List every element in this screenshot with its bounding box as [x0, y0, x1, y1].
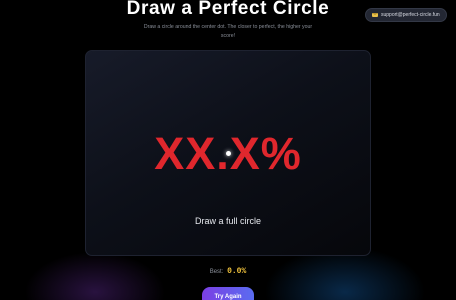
mail-icon	[372, 13, 378, 17]
drawing-canvas[interactable]: XX.X% Draw a full circle	[85, 50, 371, 256]
center-dot	[226, 151, 231, 156]
try-again-button[interactable]: Try Again	[202, 287, 254, 300]
support-email-text: support@perfect-circle.fun	[381, 12, 440, 18]
support-email-pill[interactable]: support@perfect-circle.fun	[365, 8, 447, 22]
best-score-value: 0.0%	[227, 267, 247, 276]
best-score-row: Best: 0.0%	[0, 266, 456, 278]
best-score-label: Best:	[209, 269, 224, 275]
page-subtitle: Draw a circle around the center dot. The…	[143, 24, 313, 39]
draw-prompt: Draw a full circle	[194, 216, 261, 226]
page: Draw a Perfect Circle Draw a circle arou…	[0, 0, 456, 300]
